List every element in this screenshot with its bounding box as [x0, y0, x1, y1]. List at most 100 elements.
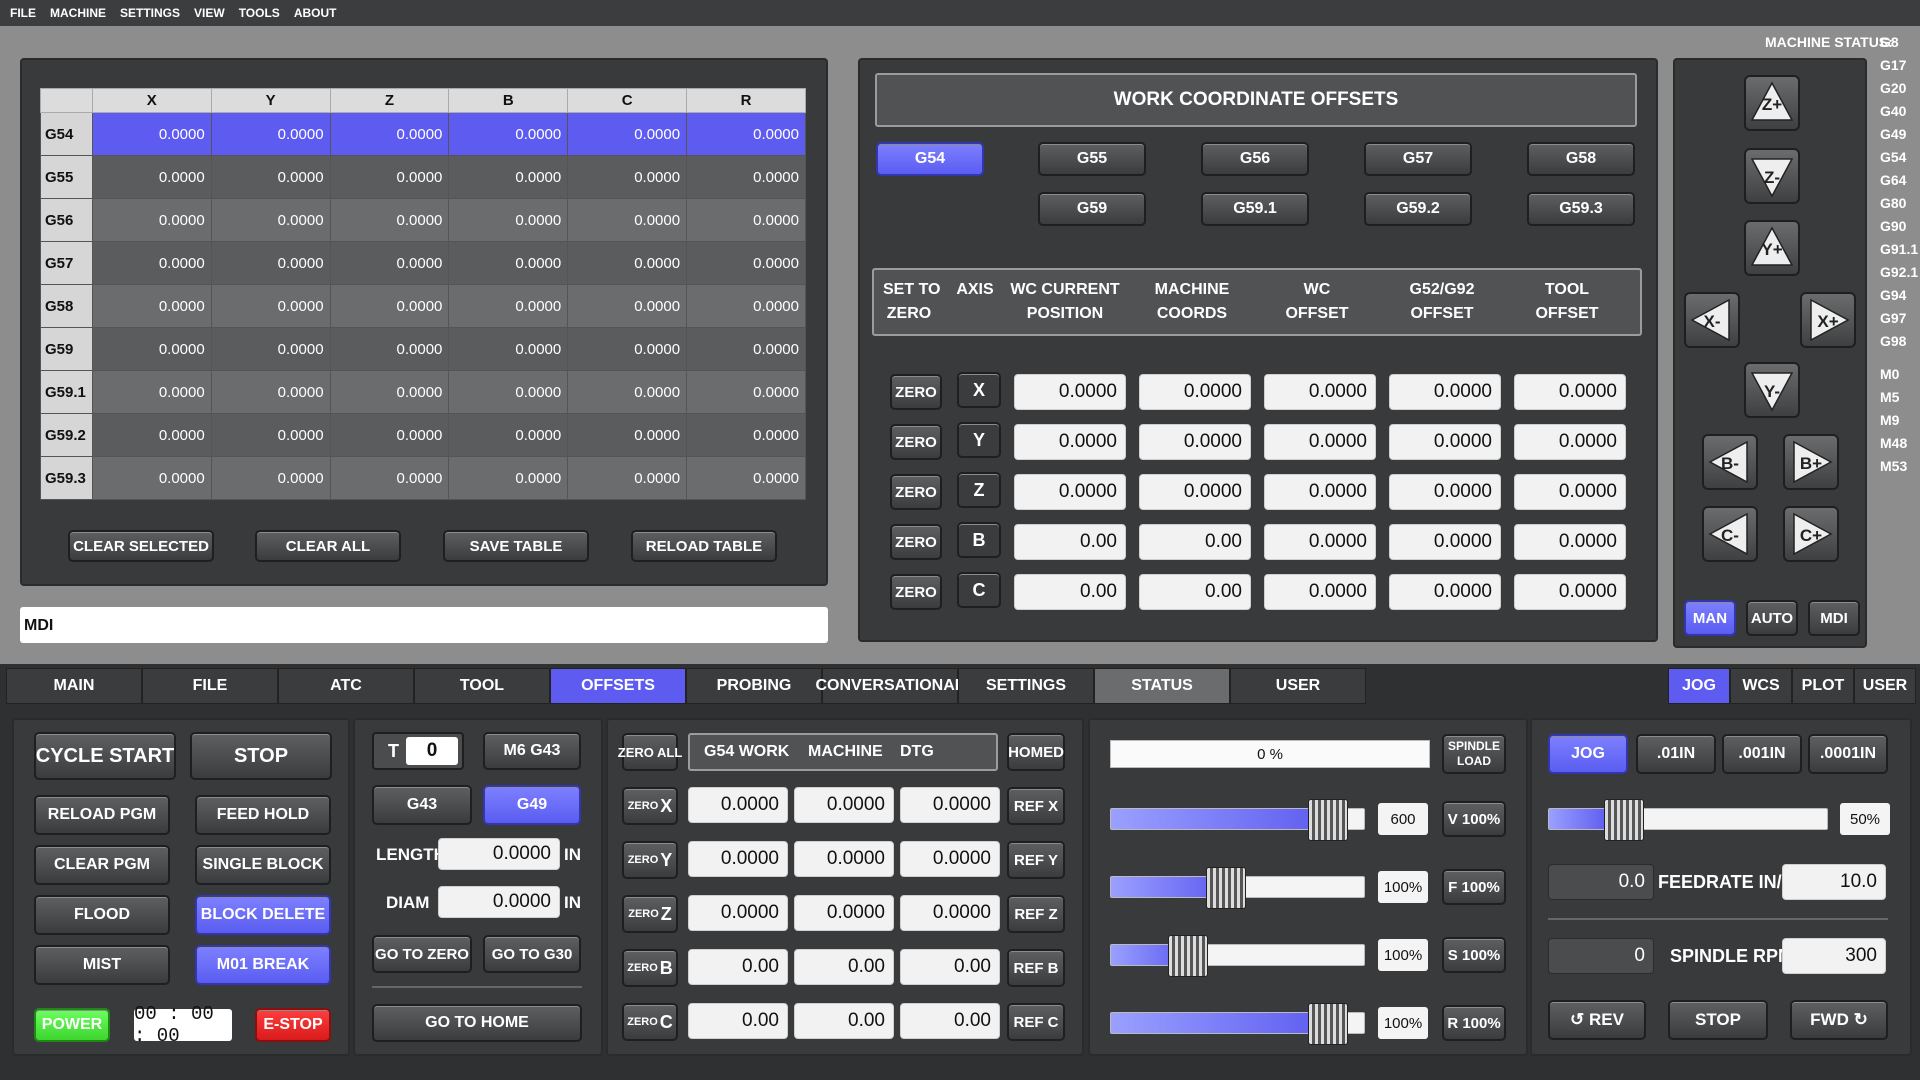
table-cell[interactable]: 0.0000 — [329, 327, 450, 371]
g43-button[interactable]: G43 — [372, 785, 472, 825]
go-to-home-button[interactable]: GO TO HOME — [372, 1004, 582, 1042]
tool-number-input[interactable]: 0 — [406, 737, 458, 765]
table-cell[interactable]: 0.0000 — [448, 370, 569, 414]
override-handle[interactable] — [1206, 867, 1246, 909]
table-cell[interactable]: 0.0000 — [210, 327, 331, 371]
single-block-button[interactable]: SINGLE BLOCK — [195, 845, 331, 885]
wcs-g59-button[interactable]: G59 — [1038, 192, 1146, 226]
wco-value-field[interactable]: 0.00 — [1014, 574, 1126, 610]
override-handle[interactable] — [1168, 935, 1208, 977]
table-cell[interactable]: 0.0000 — [448, 112, 569, 156]
save-table-button[interactable]: SAVE TABLE — [443, 530, 589, 562]
ref-z-button[interactable]: REF Z — [1007, 895, 1065, 933]
wco-value-field[interactable]: 0.0000 — [1139, 424, 1251, 460]
zero-x-button[interactable]: ZERO — [890, 374, 942, 410]
wcs-g54-button[interactable]: G54 — [876, 142, 984, 176]
jog-bp-button[interactable]: B+ — [1783, 434, 1839, 490]
table-cell[interactable]: 0.0000 — [448, 155, 569, 199]
tab-settings[interactable]: SETTINGS — [958, 668, 1094, 704]
feed-hold-button[interactable]: FEED HOLD — [195, 795, 331, 835]
table-cell[interactable]: 0.0000 — [686, 284, 806, 328]
wcs-g58-button[interactable]: G58 — [1527, 142, 1635, 176]
wco-value-field[interactable]: 0.00 — [1139, 524, 1251, 560]
table-row[interactable]: G59.1 0.0000 0.0000 0.0000 0.0000 0.0000 0.000… — [40, 370, 806, 414]
table-row[interactable]: G54 0.0000 0.0000 0.0000 0.0000 0.0000 0.0000 — [40, 112, 806, 156]
menu-machine[interactable]: MACHINE — [50, 6, 106, 20]
jog-ym-button[interactable]: Y- — [1744, 362, 1800, 418]
table-cell[interactable]: 0.0000 — [91, 413, 212, 457]
block-delete-button[interactable]: BLOCK DELETE — [195, 895, 331, 935]
table-cell[interactable]: 0.0000 — [448, 198, 569, 242]
table-cell[interactable]: 0.0000 — [567, 241, 688, 285]
m6-g43-button[interactable]: M6 G43 — [483, 732, 581, 770]
menu-settings[interactable]: SETTINGS — [120, 6, 180, 20]
table-cell[interactable]: 0.0000 — [91, 327, 212, 371]
table-cell[interactable]: 0.0000 — [448, 284, 569, 328]
table-cell[interactable]: 0.0000 — [329, 456, 450, 500]
wcs-g55-button[interactable]: G55 — [1038, 142, 1146, 176]
table-cell[interactable]: 0.0000 — [448, 241, 569, 285]
zero-y-button[interactable]: ZERO — [890, 424, 942, 460]
override-reset-button[interactable]: R 100% — [1442, 1005, 1506, 1041]
clear-all-button[interactable]: CLEAR ALL — [255, 530, 401, 562]
table-cell[interactable]: 0.0000 — [567, 112, 688, 156]
table-cell[interactable]: 0.0000 — [448, 456, 569, 500]
zero-b-button[interactable]: ZERO — [890, 524, 942, 560]
clear-selected-button[interactable]: CLEAR SELECTED — [68, 530, 214, 562]
jog-bm-button[interactable]: B- — [1702, 434, 1758, 490]
tab-user[interactable]: USER — [1230, 668, 1366, 704]
right-tab-wcs[interactable]: WCS — [1730, 668, 1792, 704]
tool-length-field[interactable]: 0.0000 — [438, 838, 560, 870]
override-slider[interactable] — [1110, 867, 1365, 909]
table-cell[interactable]: 0.0000 — [567, 284, 688, 328]
zero-z-button[interactable]: ZERO — [890, 474, 942, 510]
table-cell[interactable]: 0.0000 — [567, 370, 688, 414]
ref-y-button[interactable]: REF Y — [1007, 841, 1065, 879]
table-row[interactable]: G59.2 0.0000 0.0000 0.0000 0.0000 0.0000 0.000… — [40, 413, 806, 457]
m01-break-button[interactable]: M01 BREAK — [195, 945, 331, 985]
table-cell[interactable]: 0.0000 — [91, 155, 212, 199]
wco-value-field[interactable]: 0.0000 — [1014, 424, 1126, 460]
stop-button[interactable]: STOP — [190, 732, 332, 780]
override-reset-button[interactable]: V 100% — [1442, 801, 1506, 837]
jog-increment-button[interactable]: .001IN — [1722, 734, 1802, 774]
mode-auto-button[interactable]: AUTO — [1746, 600, 1798, 636]
table-cell[interactable]: 0.0000 — [567, 155, 688, 199]
tab-file[interactable]: FILE — [142, 668, 278, 704]
wco-value-field[interactable]: 0.0000 — [1389, 424, 1501, 460]
wco-value-field[interactable]: 0.00 — [1139, 574, 1251, 610]
wco-value-field[interactable]: 0.0000 — [1264, 374, 1376, 410]
table-cell[interactable]: 0.0000 — [567, 456, 688, 500]
jog-cp-button[interactable]: C+ — [1783, 506, 1839, 562]
table-cell[interactable]: 0.0000 — [210, 241, 331, 285]
right-tab-user[interactable]: USER — [1854, 668, 1916, 704]
table-row[interactable]: G55 0.0000 0.0000 0.0000 0.0000 0.0000 0.0000 — [40, 155, 806, 199]
table-cell[interactable]: 0.0000 — [91, 112, 212, 156]
table-cell[interactable]: 0.0000 — [686, 198, 806, 242]
table-cell[interactable]: 0.0000 — [91, 456, 212, 500]
wco-value-field[interactable]: 0.0000 — [1264, 574, 1376, 610]
table-row[interactable]: G58 0.0000 0.0000 0.0000 0.0000 0.0000 0.0000 — [40, 284, 806, 328]
dro-zero-z-button[interactable]: ZERO Z — [622, 895, 678, 933]
feedrate-set-field[interactable]: 10.0 — [1782, 864, 1886, 900]
table-cell[interactable]: 0.0000 — [329, 112, 450, 156]
jog-xm-button[interactable]: X- — [1684, 292, 1740, 348]
table-cell[interactable]: 0.0000 — [91, 284, 212, 328]
jog-yp-button[interactable]: Y+ — [1744, 220, 1800, 276]
table-cell[interactable]: 0.0000 — [210, 284, 331, 328]
table-cell[interactable]: 0.0000 — [210, 155, 331, 199]
spindle-stop-button[interactable]: STOP — [1668, 1000, 1768, 1040]
override-slider[interactable] — [1110, 1003, 1365, 1045]
table-cell[interactable]: 0.0000 — [448, 413, 569, 457]
tab-status[interactable]: STATUS — [1094, 668, 1230, 704]
wco-value-field[interactable]: 0.0000 — [1389, 524, 1501, 560]
wcs-g57-button[interactable]: G57 — [1364, 142, 1472, 176]
ref-c-button[interactable]: REF C — [1007, 1003, 1065, 1041]
wcs-g59-3-button[interactable]: G59.3 — [1527, 192, 1635, 226]
table-cell[interactable]: 0.0000 — [329, 241, 450, 285]
jog-zm-button[interactable]: Z- — [1744, 148, 1800, 204]
tab-offsets[interactable]: OFFSETS — [550, 668, 686, 704]
offset-table[interactable]: X Y Z B C R G54 0.0000 0.0000 0.0000 0.0000 0… — [40, 88, 806, 500]
wcs-g56-button[interactable]: G56 — [1201, 142, 1309, 176]
mist-button[interactable]: MIST — [34, 945, 170, 985]
